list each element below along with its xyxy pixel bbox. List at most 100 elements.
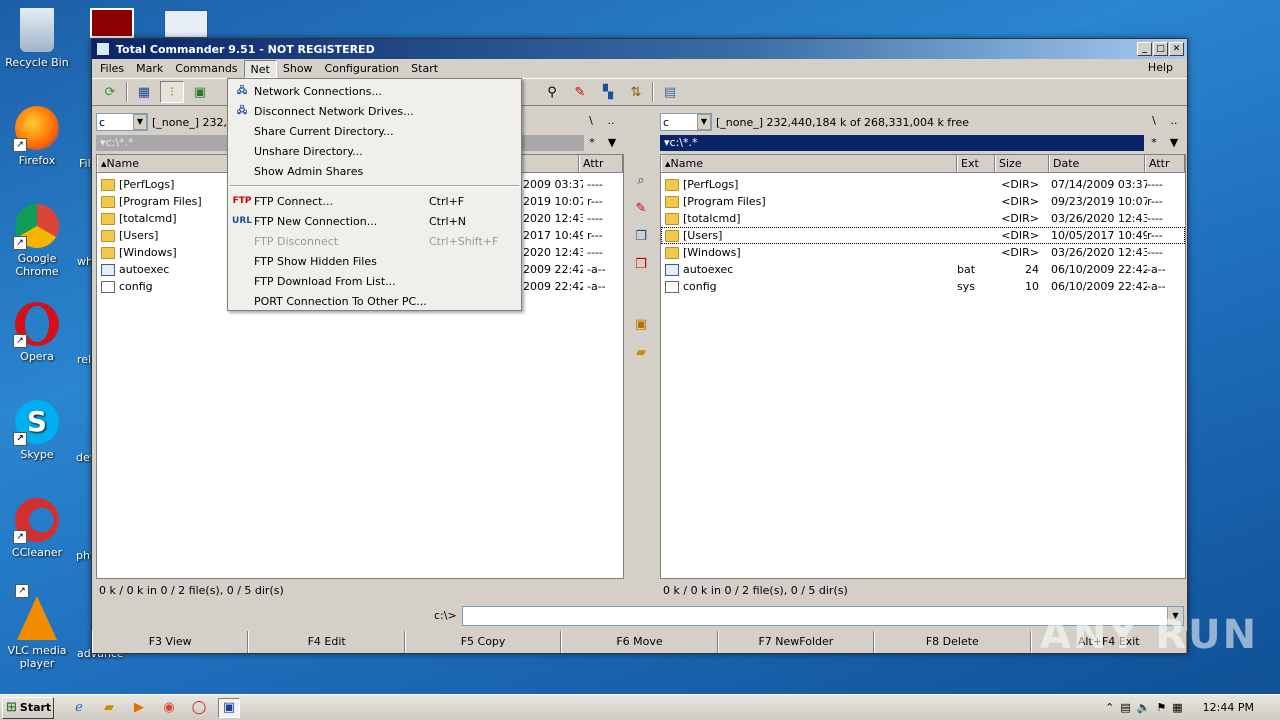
- right-row[interactable]: [Windows] <DIR> 03/26/2020 12:43 ----: [661, 244, 1185, 261]
- edit-file-icon[interactable]: ✎: [630, 201, 652, 221]
- desktop-icon-ccleaner[interactable]: ↗ CCleaner: [0, 498, 74, 559]
- menu-item-ftp-download-list[interactable]: FTP Download From List...: [228, 271, 521, 291]
- menu-item-ftp-show-hidden[interactable]: FTP Show Hidden Files: [228, 251, 521, 271]
- right-row[interactable]: [Program Files] <DIR> 09/23/2019 10:07 r---: [661, 193, 1185, 210]
- menu-mark[interactable]: Mark: [130, 60, 169, 78]
- tray-app-icon[interactable]: ▤: [1120, 701, 1130, 714]
- explorer-folder-icon[interactable]: ▰: [98, 698, 120, 718]
- desktop-icon-chrome[interactable]: ↗ Google Chrome: [0, 204, 74, 278]
- view-file-icon[interactable]: ⌕: [630, 173, 652, 193]
- pack-files-icon[interactable]: ▣: [630, 317, 652, 337]
- menu-show[interactable]: Show: [277, 60, 319, 78]
- f8-delete-button[interactable]: F8 Delete: [874, 631, 1031, 653]
- f6-move-button[interactable]: F6 Move: [561, 631, 718, 653]
- refresh-icon[interactable]: ⟳: [98, 81, 122, 103]
- thumbnail-view-icon[interactable]: ▣: [188, 81, 212, 103]
- flag-icon[interactable]: ⚑: [1156, 701, 1166, 714]
- left-row-attr: ----: [587, 178, 603, 191]
- brief-view-icon[interactable]: ▦: [132, 81, 156, 103]
- right-history-button[interactable]: *: [1146, 135, 1162, 151]
- right-hotlist-button[interactable]: ▼: [1166, 135, 1182, 151]
- minimize-button[interactable]: _: [1137, 42, 1152, 56]
- f5-copy-button[interactable]: F5 Copy: [404, 631, 562, 653]
- right-row[interactable]: autoexec bat 24 06/10/2009 22:42 -a--: [661, 261, 1185, 278]
- desktop-icon-recycle-bin[interactable]: Recycle Bin: [0, 8, 74, 69]
- opera-taskbar-icon[interactable]: ◯: [188, 698, 210, 718]
- copy-file-icon[interactable]: ❐: [630, 229, 652, 249]
- chrome-taskbar-icon[interactable]: ◉: [158, 698, 180, 718]
- right-up-button[interactable]: ..: [1166, 113, 1182, 129]
- right-col-ext[interactable]: Ext: [957, 155, 995, 172]
- f4-edit-button[interactable]: F4 Edit: [248, 631, 405, 653]
- network-tray-icon[interactable]: ▦: [1172, 701, 1182, 714]
- clock[interactable]: 12:44 PM: [1203, 701, 1254, 714]
- menu-item-unshare-directory[interactable]: Unshare Directory...: [228, 141, 521, 161]
- right-row-date: 07/14/2009 03:37: [1051, 178, 1147, 191]
- total-commander-taskbar-icon[interactable]: ▣: [218, 697, 240, 718]
- media-player-icon[interactable]: ▶: [128, 698, 150, 718]
- f3-view-button[interactable]: F3 View: [92, 631, 249, 653]
- right-drive-select[interactable]: c ▼: [660, 113, 712, 131]
- close-button[interactable]: ✕: [1169, 42, 1184, 56]
- right-col-size[interactable]: Size: [995, 155, 1049, 172]
- menu-files[interactable]: Files: [94, 60, 130, 78]
- left-col-attr[interactable]: Attr: [579, 155, 623, 172]
- right-row[interactable]: [PerfLogs] <DIR> 07/14/2009 03:37 ----: [661, 176, 1185, 193]
- menu-commands[interactable]: Commands: [169, 60, 243, 78]
- right-col-name[interactable]: ▴Name: [661, 155, 957, 172]
- desktop-icon-vlc[interactable]: ↗ VLC media player: [0, 584, 74, 670]
- word-icon[interactable]: [164, 10, 208, 38]
- right-row-attr: ----: [1147, 178, 1163, 191]
- desktop-icon-skype[interactable]: S ↗ Skype: [0, 400, 74, 461]
- new-folder-icon[interactable]: ▰: [630, 345, 652, 365]
- menu-item-disconnect-drives[interactable]: 🖧 Disconnect Network Drives...: [228, 101, 521, 121]
- windows-logo-icon: ⊞: [6, 700, 17, 715]
- desktop-icon-opera[interactable]: ↗ Opera: [0, 302, 74, 363]
- menu-start[interactable]: Start: [405, 60, 444, 78]
- f7-newfolder-button[interactable]: F7 NewFolder: [717, 631, 875, 653]
- maximize-button[interactable]: □: [1153, 42, 1168, 56]
- left-drive-select[interactable]: c ▼: [96, 113, 148, 131]
- full-view-icon[interactable]: ⁝: [160, 81, 184, 103]
- menu-item-port-connection[interactable]: PORT Connection To Other PC...: [228, 291, 521, 311]
- right-col-attr[interactable]: Attr: [1145, 155, 1185, 172]
- menu-item-show-admin-shares[interactable]: Show Admin Shares: [228, 161, 521, 181]
- adobe-icon[interactable]: [90, 8, 134, 38]
- right-root-button[interactable]: \: [1146, 113, 1162, 129]
- menu-item-ftp-connect[interactable]: FTP FTP Connect... Ctrl+F: [228, 191, 521, 211]
- move-file-icon[interactable]: ❐: [630, 257, 652, 277]
- tray-expand-icon[interactable]: ⌃: [1105, 701, 1114, 714]
- shortcut-arrow-icon: ↗: [13, 334, 27, 348]
- find-files-icon[interactable]: ⚲: [540, 81, 564, 103]
- disconnect-network-icon: 🖧: [236, 106, 248, 116]
- menu-net[interactable]: Net: [243, 59, 277, 78]
- shortcut-arrow-icon: ↗: [13, 530, 27, 544]
- start-button[interactable]: ⊞ Start: [2, 696, 54, 719]
- left-up-button[interactable]: ..: [603, 113, 619, 129]
- left-history-button[interactable]: *: [584, 135, 600, 151]
- menu-item-share-directory[interactable]: Share Current Directory...: [228, 121, 521, 141]
- menu-configuration[interactable]: Configuration: [319, 60, 406, 78]
- right-row[interactable]: config sys 10 06/10/2009 22:42 -a--: [661, 278, 1185, 295]
- speaker-icon[interactable]: 🔈: [1137, 701, 1151, 714]
- right-row-focused[interactable]: [Users] <DIR> 10/05/2017 10:49 r---: [661, 227, 1185, 244]
- ie-icon[interactable]: ℯ: [68, 698, 90, 718]
- left-root-button[interactable]: \: [583, 113, 599, 129]
- right-col-date[interactable]: Date: [1049, 155, 1145, 172]
- right-row[interactable]: [totalcmd] <DIR> 03/26/2020 12:43 ----: [661, 210, 1185, 227]
- menu-help[interactable]: Help: [1142, 59, 1179, 77]
- ftp-toolbar-icon[interactable]: ⇅: [624, 81, 648, 103]
- title-bar[interactable]: Total Commander 9.51 - NOT REGISTERED _ …: [92, 39, 1187, 59]
- sync-dirs-icon[interactable]: ▚: [596, 81, 620, 103]
- right-status: 0 k / 0 k in 0 / 2 file(s), 0 / 5 dir(s): [663, 584, 848, 597]
- desktop-icon-firefox[interactable]: ↗ Firefox: [0, 106, 74, 167]
- multi-rename-icon[interactable]: ✎: [568, 81, 592, 103]
- menu-item-ftp-new-connection[interactable]: URL FTP New Connection... Ctrl+N: [228, 211, 521, 231]
- right-path-bar[interactable]: ▾c:\*.*: [660, 135, 1144, 151]
- chevron-down-icon: ▼: [133, 114, 147, 130]
- left-hotlist-button[interactable]: ▼: [604, 135, 620, 151]
- notepad-icon[interactable]: ▤: [658, 81, 682, 103]
- left-row-attr: r---: [587, 229, 603, 242]
- folder-icon: [101, 246, 115, 259]
- menu-item-network-connections[interactable]: 🖧 Network Connections...: [228, 81, 521, 101]
